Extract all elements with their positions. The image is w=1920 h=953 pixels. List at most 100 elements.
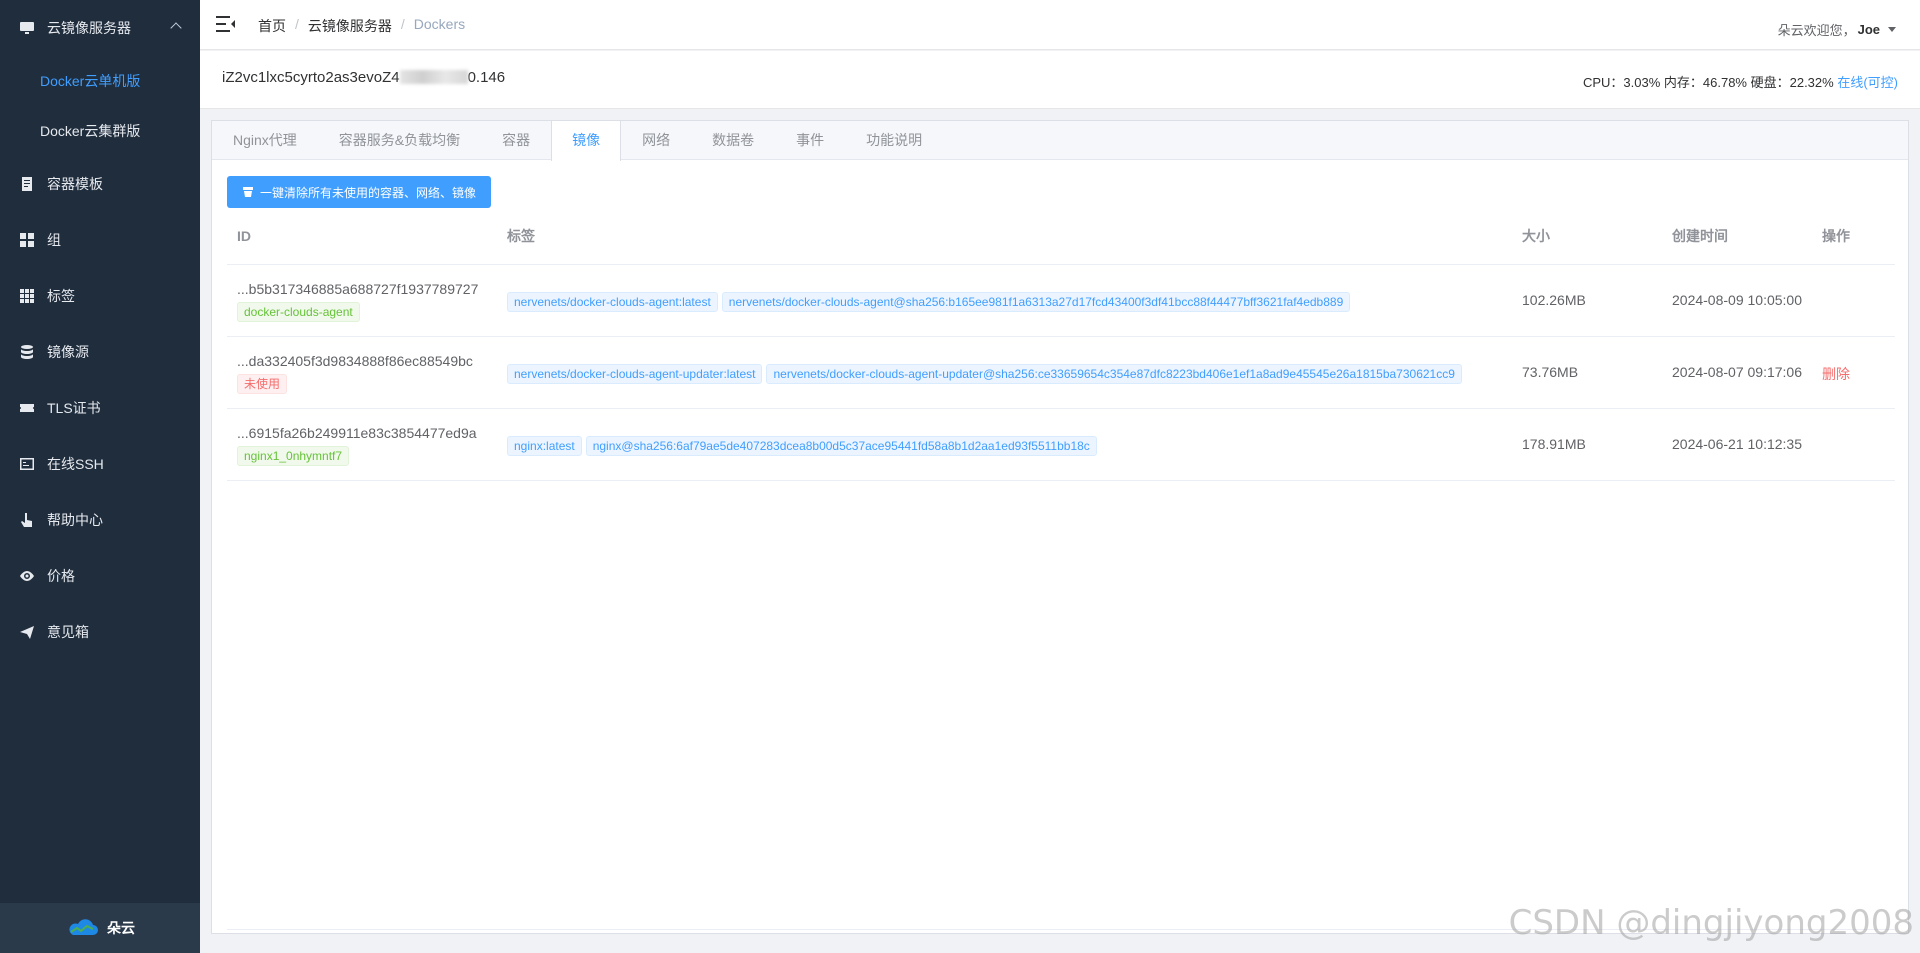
header-tags: 标签: [507, 228, 535, 244]
top-navbar: 首页 / 云镜像服务器 / Dockers 朵云欢迎您， Joe: [200, 0, 1920, 50]
container-tag: nginx1_0nhymntf7: [237, 446, 350, 466]
ticket-icon: [19, 400, 35, 416]
image-tags: nervenets/docker-clouds-agent:latest ner…: [507, 292, 1354, 312]
sidebar-item-label: 组: [47, 232, 61, 248]
menu-fold-icon[interactable]: [216, 15, 236, 33]
container-tag: docker-clouds-agent: [237, 302, 360, 322]
sidebar-item-label: Docker云单机版: [40, 73, 141, 89]
breadcrumb-home[interactable]: 首页: [258, 16, 286, 36]
online-status-link[interactable]: 在线(可控): [1837, 75, 1898, 90]
image-tag: nervenets/docker-clouds-agent@sha256:b16…: [721, 292, 1351, 312]
image-size: 73.76MB: [1522, 364, 1579, 380]
sidebar-item-label: 在线SSH: [47, 456, 104, 472]
table-row: ...da332405f3d9834888f86ec88549bc 未使用 ne…: [227, 337, 1895, 409]
breadcrumb-dockers: Dockers: [413, 16, 466, 32]
header-size: 大小: [1522, 228, 1550, 244]
pointer-icon: [19, 512, 35, 528]
host-name-suffix: 0.146: [467, 69, 506, 86]
image-tag: nervenets/docker-clouds-agent-updater:la…: [507, 364, 763, 384]
redacted-mask: [399, 70, 468, 84]
host-info-bar: iZ2vc1lxc5cyrto2as3evoZ4 0.146 CPU：3.03% …: [200, 51, 1920, 109]
chevron-up-icon: [170, 22, 182, 34]
sidebar-group-label: 云镜像服务器: [47, 20, 131, 36]
sidebar-item-container-templates[interactable]: 容器模板: [0, 156, 200, 212]
sidebar-item-label: TLS证书: [47, 400, 101, 416]
header-created: 创建时间: [1672, 228, 1728, 244]
tab-events[interactable]: 事件: [775, 121, 845, 160]
image-id: ...da332405f3d9834888f86ec88549bc: [237, 353, 473, 369]
image-tag: nervenets/docker-clouds-agent:latest: [507, 292, 718, 312]
send-icon: [19, 624, 35, 640]
document-icon: [19, 176, 35, 192]
image-size: 102.26MB: [1522, 292, 1586, 308]
eye-icon: [19, 568, 35, 584]
watermark: CSDN @dingjiyong2008: [1508, 903, 1914, 943]
prune-button-label: 一键清除所有未使用的容器、网络、镜像: [260, 185, 477, 200]
sidebar-item-label: 意见箱: [47, 624, 89, 640]
image-tag: nginx:latest: [507, 436, 582, 456]
image-created: 2024-06-21 10:12:35: [1672, 436, 1802, 452]
tab-networks[interactable]: 网络: [621, 121, 691, 160]
table-row: ...6915fa26b249911e83c3854477ed9a nginx1…: [227, 409, 1895, 481]
resource-usage: CPU：3.03% 内存：46.78% 硬盘：22.32%: [1582, 75, 1834, 90]
docker-panel: Nginx代理 容器服务&负载均衡 容器 镜像 网络 数据卷 事件 功能说明 一…: [211, 120, 1909, 934]
username: Joe: [1857, 22, 1880, 37]
tab-bar: Nginx代理 容器服务&负载均衡 容器 镜像 网络 数据卷 事件 功能说明: [212, 121, 1908, 161]
breadcrumb-cloud-mirror[interactable]: 云镜像服务器: [308, 16, 392, 36]
tab-docs[interactable]: 功能说明: [845, 121, 943, 160]
sidebar-item-label: 镜像源: [47, 344, 89, 360]
greeting-text: 朵云欢迎您，: [1777, 23, 1856, 38]
host-name: iZ2vc1lxc5cyrto2as3evoZ4 0.146: [222, 69, 505, 86]
image-id: ...b5b317346885a688727f1937789727: [237, 281, 479, 297]
breadcrumb: 首页 / 云镜像服务器 / Dockers: [258, 16, 466, 36]
sidebar-item-tls-certs[interactable]: TLS证书: [0, 380, 200, 436]
sidebar-item-online-ssh[interactable]: 在线SSH: [0, 436, 200, 492]
tab-containers[interactable]: 容器: [481, 121, 551, 160]
image-tag: nginx@sha256:6af79ae5de407283dcea8b00d5c…: [585, 436, 1097, 456]
tab-nginx-proxy[interactable]: Nginx代理: [212, 121, 318, 160]
sidebar-item-label: Docker云集群版: [40, 123, 141, 139]
user-menu[interactable]: 朵云欢迎您， Joe: [1778, 20, 1896, 39]
image-created: 2024-08-09 10:05:00: [1672, 292, 1802, 308]
delete-button[interactable]: 删除: [1822, 364, 1850, 384]
apps-icon: [19, 288, 35, 304]
table-header: ID 标签 大小 创建时间 操作: [227, 213, 1895, 265]
grid-icon: [19, 232, 35, 248]
sidebar-footer-brand[interactable]: 朵云: [0, 903, 200, 953]
image-size: 178.91MB: [1522, 436, 1586, 452]
sidebar-item-help-center[interactable]: 帮助中心: [0, 492, 200, 548]
sidebar-item-docker-cluster[interactable]: Docker云集群版: [0, 106, 200, 156]
image-created: 2024-08-07 09:17:06: [1672, 364, 1802, 380]
unused-tag: 未使用: [237, 374, 288, 394]
sidebar-item-groups[interactable]: 组: [0, 212, 200, 268]
terminal-icon: [19, 456, 35, 472]
sidebar-group-cloud-mirror-server[interactable]: 云镜像服务器: [0, 0, 200, 56]
sidebar-item-tags[interactable]: 标签: [0, 268, 200, 324]
header-id: ID: [237, 228, 251, 244]
tab-volumes[interactable]: 数据卷: [691, 121, 775, 160]
header-action: 操作: [1822, 228, 1850, 244]
tab-images[interactable]: 镜像: [551, 121, 622, 161]
image-id: ...6915fa26b249911e83c3854477ed9a: [237, 425, 477, 441]
sidebar-item-mirror-sources[interactable]: 镜像源: [0, 324, 200, 380]
images-table: ID 标签 大小 创建时间 操作 ...b5b317346885a688727f…: [227, 213, 1895, 481]
prune-unused-button[interactable]: 一键清除所有未使用的容器、网络、镜像: [227, 176, 492, 208]
table-row: ...b5b317346885a688727f1937789727 docker…: [227, 265, 1895, 337]
database-icon: [19, 344, 35, 360]
host-name-prefix: iZ2vc1lxc5cyrto2as3evoZ4: [222, 69, 400, 86]
sidebar-item-label: 价格: [47, 568, 75, 584]
monitor-icon: [19, 20, 35, 36]
sidebar: 云镜像服务器 Docker云单机版 Docker云集群版 容器模板 组 标签 镜…: [0, 0, 200, 953]
sidebar-item-pricing[interactable]: 价格: [0, 548, 200, 604]
sidebar-item-docker-single[interactable]: Docker云单机版: [0, 56, 200, 106]
tab-container-services[interactable]: 容器服务&负载均衡: [318, 121, 481, 160]
sidebar-item-label: 帮助中心: [47, 512, 103, 528]
sidebar-item-feedback[interactable]: 意见箱: [0, 604, 200, 660]
cloud-logo-icon: [69, 919, 98, 935]
sidebar-item-label: 容器模板: [47, 176, 103, 192]
image-tags: nginx:latest nginx@sha256:6af79ae5de4072…: [507, 436, 1101, 456]
host-stats: CPU：3.03% 内存：46.78% 硬盘：22.32% 在线(可控): [1583, 72, 1898, 91]
caret-down-icon: [1888, 27, 1896, 32]
image-tags: nervenets/docker-clouds-agent-updater:la…: [507, 364, 1466, 384]
image-tag: nervenets/docker-clouds-agent-updater@sh…: [766, 364, 1462, 384]
